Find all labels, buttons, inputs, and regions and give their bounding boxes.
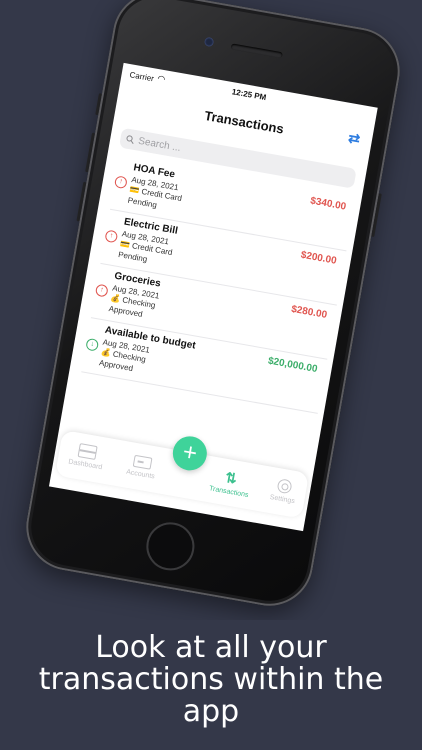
tab-label: Accounts [125,468,156,481]
tab-accounts[interactable]: Accounts [114,450,169,483]
credit-card-icon: 💳 [128,184,141,196]
dashboard-icon [77,443,98,460]
tab-transactions[interactable]: ⇅ Transactions [202,465,258,500]
money-bag-icon: 💰 [100,347,112,359]
add-transaction-button[interactable]: + [170,433,210,474]
tab-label: Settings [269,493,296,506]
outflow-arrow-icon: ↑ [104,229,119,244]
tab-label: Dashboard [67,458,103,472]
outflow-arrow-icon: ↑ [94,283,109,298]
caption-line: Look at all your [95,630,327,665]
phone-device: Carrier ◠ 12:25 PM Transactions ⇄ ⚲ ↑ HO… [19,0,407,613]
transaction-amount: $280.00 [290,303,328,321]
caption-line: app [182,694,240,729]
transaction-amount: $340.00 [309,195,347,213]
transactions-list: ↑ HOA Fee Aug 28, 2021 💳Credit Card Pend… [81,155,356,414]
tab-settings[interactable]: Settings [256,475,311,508]
transaction-amount: $200.00 [299,249,338,267]
tab-dashboard[interactable]: Dashboard [59,440,114,473]
accounts-icon [132,454,153,470]
phone-mockup-area: Carrier ◠ 12:25 PM Transactions ⇄ ⚲ ↑ HO… [0,0,422,620]
money-bag-icon: 💰 [109,293,122,304]
transaction-amount: $20,000.00 [267,355,319,376]
caption-line: transactions within the [38,662,384,697]
promo-caption: Look at all your transactions within the… [0,632,422,728]
outflow-arrow-icon: ↑ [113,175,128,190]
credit-card-icon: 💳 [119,239,131,250]
search-icon: ⚲ [124,132,138,147]
settings-icon [276,478,293,495]
inflow-arrow-icon: ↓ [85,337,100,352]
